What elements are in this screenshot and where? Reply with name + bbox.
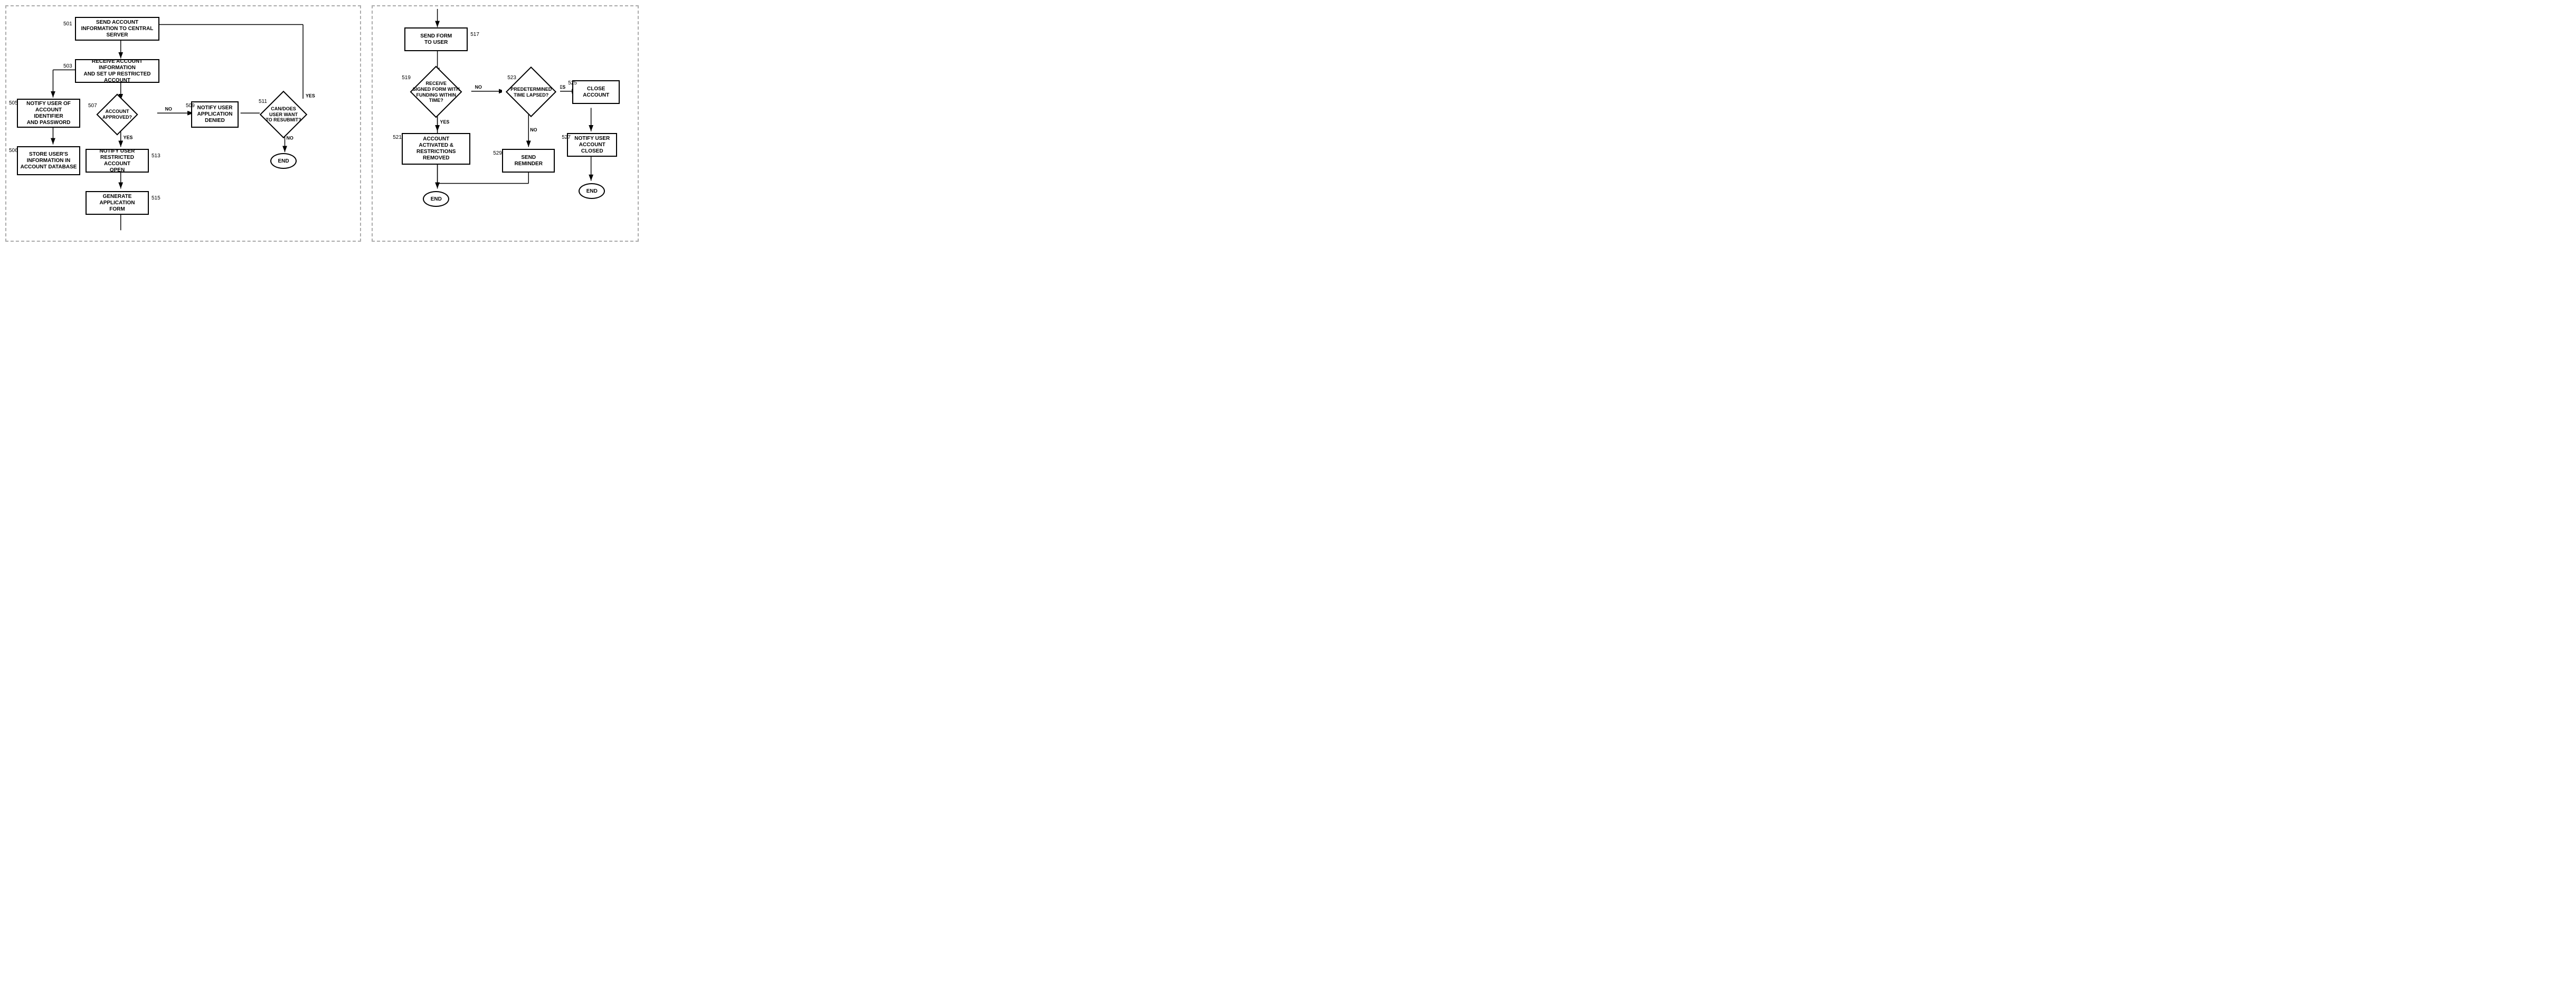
ref-509: 509	[186, 103, 195, 109]
node-525: CLOSEACCOUNT	[572, 80, 620, 104]
node-521: ACCOUNTACTIVATED &RESTRICTIONSREMOVED	[402, 133, 470, 165]
ref-515: 515	[151, 195, 160, 201]
end-oval-3: END	[579, 183, 605, 199]
ref-501: 501	[63, 21, 72, 27]
node-503: RECEIVE ACCOUNT INFORMATIONAND SET UP RE…	[75, 59, 159, 83]
ref-525: 525	[568, 80, 577, 86]
svg-text:NO: NO	[165, 106, 172, 111]
node-513: NOTIFY USERRESTRICTED ACCOUNTOPEN	[86, 149, 149, 173]
node-527: NOTIFY USERACCOUNT CLOSED	[567, 133, 617, 157]
ref-513: 513	[151, 153, 160, 159]
ref-507: 507	[88, 103, 97, 109]
ref-505: 505	[9, 100, 18, 106]
left-diagram: NO YES YES NO SEND ACCOUNT INFORMATION T…	[5, 5, 361, 242]
ref-523: 523	[507, 75, 516, 81]
right-diagram: YES NO YES NO SEND FORMTO USER 5	[372, 5, 639, 242]
svg-text:NO: NO	[286, 136, 293, 141]
ref-503: 503	[63, 63, 72, 69]
ref-527: 527	[562, 135, 571, 140]
node-505: NOTIFY USER OFACCOUNT IDENTIFIERAND PASS…	[17, 99, 80, 128]
node-507: ACCOUNTAPPROVED?	[96, 101, 138, 128]
ref-529: 529	[493, 150, 502, 156]
node-501: SEND ACCOUNT INFORMATION TO CENTRAL SERV…	[75, 17, 159, 41]
node-506: STORE USER'SINFORMATION INACCOUNT DATABA…	[17, 146, 80, 175]
ref-521: 521	[393, 135, 402, 140]
end-oval-2: END	[423, 191, 449, 207]
svg-text:NO: NO	[475, 84, 482, 90]
node-529: SENDREMINDER	[502, 149, 555, 173]
ref-517: 517	[470, 32, 479, 37]
node-517: SEND FORMTO USER	[404, 27, 468, 51]
ref-506: 506	[9, 148, 18, 154]
ref-511: 511	[259, 99, 267, 104]
svg-text:YES: YES	[440, 119, 450, 125]
ref-519: 519	[402, 75, 411, 81]
end-oval-1: END	[270, 153, 297, 169]
svg-text:YES: YES	[124, 135, 133, 140]
node-509: NOTIFY USERAPPLICATIONDENIED	[191, 101, 239, 128]
node-519: RECEIVESIGNED FORM WITHFUNDING WITHINTIM…	[402, 75, 470, 109]
svg-text:NO: NO	[530, 127, 537, 132]
node-515: GENERATEAPPLICATIONFORM	[86, 191, 149, 215]
svg-text:YES: YES	[306, 93, 315, 99]
